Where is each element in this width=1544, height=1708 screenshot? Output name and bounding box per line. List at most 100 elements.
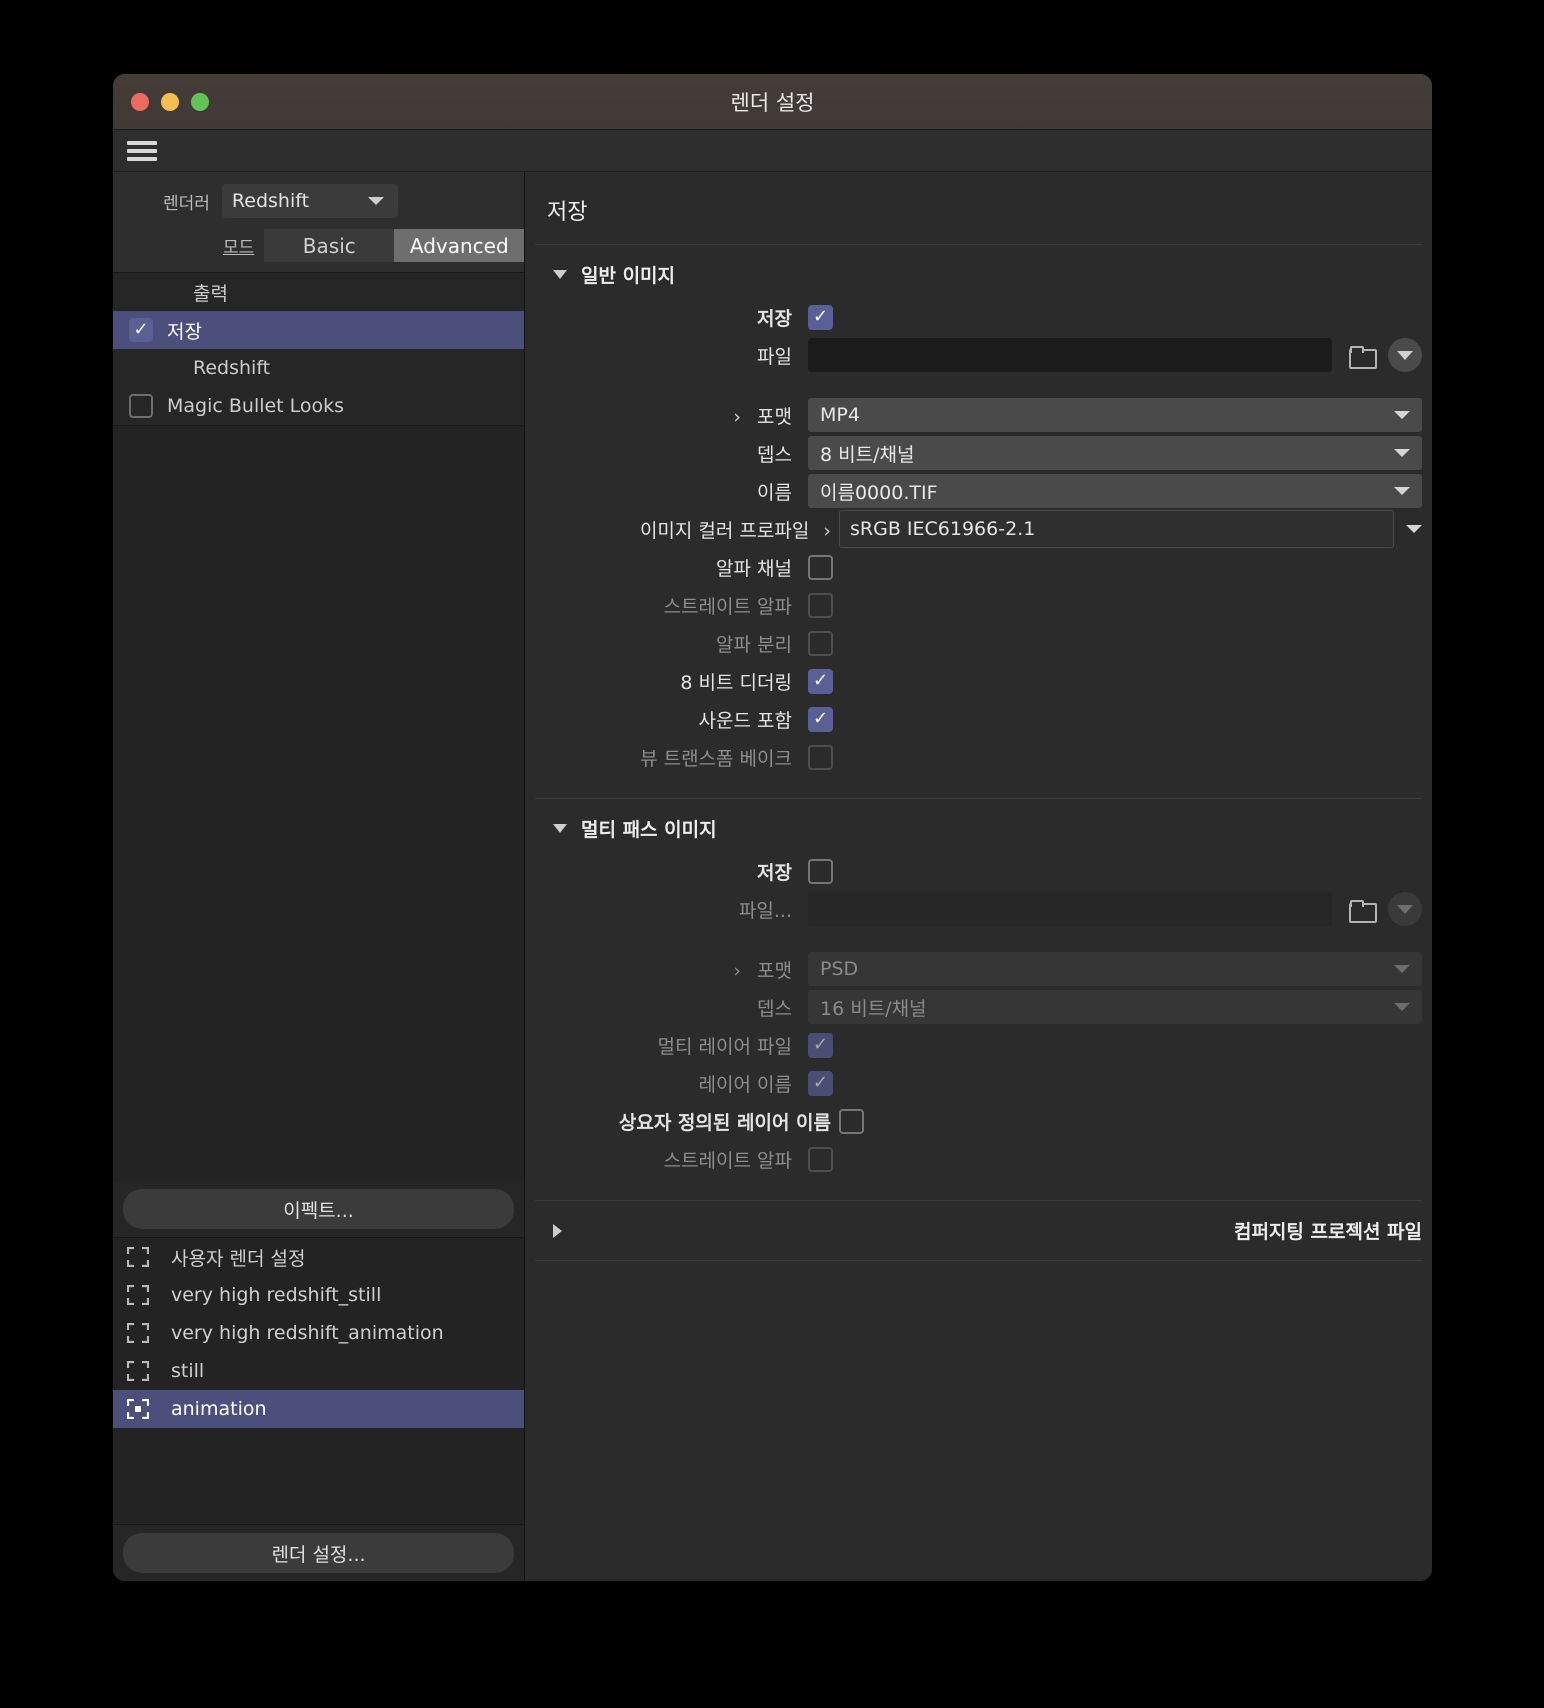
name-control: 이름0000.TIF <box>808 474 1422 508</box>
sidebar-item-save[interactable]: 저장 <box>113 311 524 349</box>
chevron-down-icon[interactable] <box>1406 525 1422 533</box>
expand-profile-icon[interactable]: › <box>823 520 831 542</box>
dithering-checkbox[interactable] <box>808 668 833 694</box>
frame-icon <box>127 1285 149 1305</box>
row-name: 이름 이름0000.TIF <box>535 472 1422 510</box>
preset-item-animation[interactable]: animation <box>113 1390 524 1428</box>
mp-depth-label: 뎁스 <box>757 997 792 1020</box>
sidebar-top-controls: 렌더러 Redshift 모드 Basic Advanced <box>113 172 525 272</box>
include-sound-checkbox[interactable] <box>808 706 833 732</box>
mode-advanced-button[interactable]: Advanced <box>394 229 525 262</box>
hamburger-menu-icon[interactable] <box>127 140 157 161</box>
sidebar-item-output[interactable]: 출력 <box>113 273 524 311</box>
frame-icon <box>127 1361 149 1381</box>
row-mp-save: 저장 <box>535 852 1422 890</box>
renderer-value: Redshift <box>231 190 310 212</box>
mp-depth-dropdown: 16 비트/채널 <box>808 990 1422 1024</box>
mp-depth-value: 16 비트/채널 <box>820 997 927 1020</box>
preset-item-still[interactable]: still <box>113 1352 524 1390</box>
separate-alpha-checkbox <box>808 630 833 656</box>
row-mp-depth: 뎁스 16 비트/채널 <box>535 988 1422 1026</box>
file-options-button[interactable] <box>1388 338 1422 372</box>
section-header-regular-image[interactable]: 일반 이미지 <box>535 245 1422 298</box>
checkbox-icon[interactable] <box>129 318 153 342</box>
minimize-button-icon[interactable] <box>161 92 179 111</box>
renderer-label: 렌더러 <box>163 193 210 214</box>
depth-value: 8 비트/채널 <box>820 443 915 466</box>
view-transform-bake-checkbox <box>808 744 833 770</box>
divider <box>535 1260 1422 1261</box>
section-multipass-image: 멀티 패스 이미지 저장 파일... › 포맷 PSD 뎁스 16 비트/채널 … <box>525 799 1432 1178</box>
checkbox-icon[interactable] <box>129 394 153 418</box>
preset-label: animation <box>171 1398 267 1420</box>
dithering-label: 8 비트 디더링 <box>680 671 792 694</box>
row-include-sound: 사운드 포함 <box>535 700 1422 738</box>
sidebar-item-redshift[interactable]: Redshift <box>113 349 524 387</box>
sidebar-item-label: Redshift <box>193 357 271 379</box>
profile-label: 이미지 컬러 프로파일 › <box>553 516 839 543</box>
file-label: 파일 <box>757 345 792 368</box>
layer-name-label: 레이어 이름 <box>698 1073 792 1096</box>
chevron-down-icon <box>1397 350 1413 360</box>
sidebar-item-magic-bullet-looks[interactable]: Magic Bullet Looks <box>113 387 524 425</box>
section-header-compositing[interactable]: 컴퍼지팅 프로젝션 파일 <box>535 1201 1422 1260</box>
zoom-button-icon[interactable] <box>191 92 209 111</box>
mp-save-checkbox[interactable] <box>808 858 833 884</box>
separate-alpha-label: 알파 분리 <box>716 633 792 656</box>
straight-alpha-checkbox <box>808 592 833 618</box>
chevron-down-icon <box>367 197 384 205</box>
depth-dropdown[interactable]: 8 비트/채널 <box>808 436 1422 470</box>
section-regular-image: 일반 이미지 저장 파일 <box>525 245 1432 776</box>
mp-file-options-button <box>1388 892 1422 926</box>
format-dropdown[interactable]: MP4 <box>808 398 1422 432</box>
row-gap <box>535 374 1422 396</box>
preset-label: 사용자 렌더 설정 <box>171 1247 306 1270</box>
name-value: 이름0000.TIF <box>820 481 938 504</box>
format-value: MP4 <box>820 404 860 426</box>
custom-layer-name-checkbox[interactable] <box>839 1108 864 1134</box>
render-settings-button[interactable]: 렌더 설정... <box>123 1533 514 1573</box>
row-straight-alpha: 스트레이트 알파 <box>535 586 1422 624</box>
chevron-down-icon <box>1394 449 1410 457</box>
close-button-icon[interactable] <box>131 92 149 111</box>
custom-layer-name-label: 상요자 정의된 레이어 이름 <box>618 1111 831 1134</box>
chevron-down-icon <box>553 824 567 833</box>
straight-alpha-label: 스트레이트 알파 <box>663 595 792 618</box>
preset-item-very-high-redshift-animation[interactable]: very high redshift_animation <box>113 1314 524 1352</box>
effects-button[interactable]: 이펙트... <box>123 1189 514 1229</box>
window-titlebar: 렌더 설정 <box>113 74 1432 130</box>
mp-straight-alpha-control <box>808 1146 1422 1172</box>
section-header-multipass-image[interactable]: 멀티 패스 이미지 <box>535 799 1422 852</box>
section-compositing: 컴퍼지팅 프로젝션 파일 <box>525 1201 1432 1260</box>
preset-label: still <box>171 1360 205 1382</box>
chevron-down-icon <box>553 270 567 279</box>
sidebar: 렌더러 Redshift 모드 Basic Advanced 출력 ✓ 저장 R… <box>113 172 525 1581</box>
file-browse-button[interactable] <box>1344 338 1378 372</box>
alpha-channel-control <box>808 554 1422 580</box>
mp-file-control <box>808 892 1422 926</box>
save-control <box>808 304 1422 330</box>
mp-format-control: PSD <box>808 952 1422 986</box>
sidebar-item-label: 출력 <box>193 282 228 305</box>
frame-icon <box>127 1247 149 1267</box>
renderer-dropdown[interactable]: Redshift <box>221 184 398 218</box>
expand-mp-format-icon[interactable]: › <box>733 960 741 982</box>
file-path-input[interactable] <box>808 338 1332 372</box>
preset-item-very-high-redshift-still[interactable]: very high redshift_still <box>113 1276 524 1314</box>
name-dropdown[interactable]: 이름0000.TIF <box>808 474 1422 508</box>
depth-control: 8 비트/채널 <box>808 436 1422 470</box>
alpha-channel-checkbox[interactable] <box>808 554 833 580</box>
save-checkbox[interactable] <box>808 304 833 330</box>
expand-format-icon[interactable]: › <box>733 406 741 428</box>
view-transform-bake-control <box>808 744 1422 770</box>
color-profile-field[interactable]: sRGB IEC61966-2.1 <box>839 510 1394 548</box>
name-label: 이름 <box>757 481 792 504</box>
row-format: › 포맷 MP4 <box>535 396 1422 434</box>
menu-strip <box>113 130 1432 172</box>
profile-control: sRGB IEC61966-2.1 <box>839 510 1422 548</box>
row-alpha-channel: 알파 채널 <box>535 548 1422 586</box>
mode-basic-button[interactable]: Basic <box>264 229 395 262</box>
preset-item-user-render-setting[interactable]: 사용자 렌더 설정 <box>113 1238 524 1276</box>
mp-file-label: 파일... <box>738 899 792 922</box>
row-file: 파일 <box>535 336 1422 374</box>
